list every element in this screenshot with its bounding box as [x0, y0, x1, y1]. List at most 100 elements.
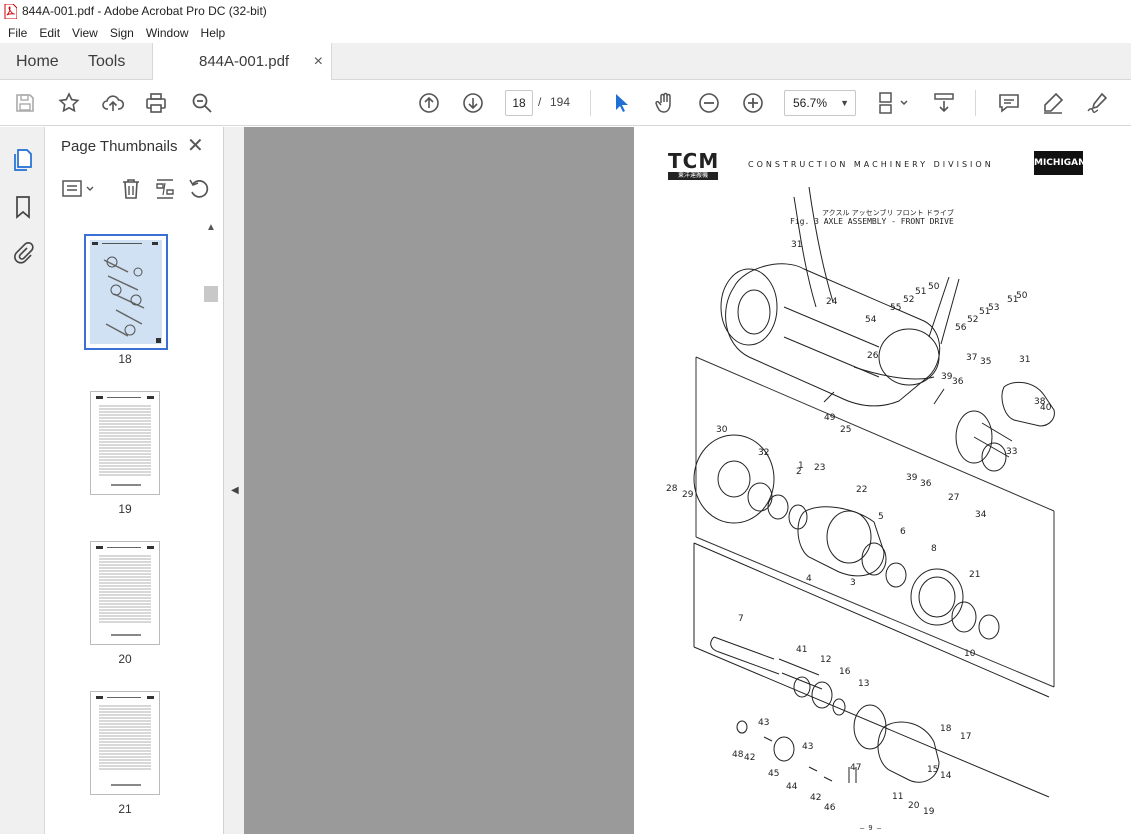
upload-cloud-icon[interactable] [99, 89, 127, 117]
part-number-label: 37 [966, 353, 978, 363]
part-number-label: 27 [948, 493, 960, 503]
thumbnail-label: 21 [118, 802, 132, 816]
zoom-search-icon[interactable] [188, 89, 216, 117]
part-number-label: 30 [716, 425, 728, 435]
zoom-in-icon[interactable] [739, 89, 767, 117]
thumbnail-label: 18 [118, 352, 132, 366]
scroll-icon[interactable] [930, 89, 958, 117]
part-number-label: 54 [865, 315, 877, 325]
tab-tools[interactable]: Tools [88, 43, 125, 80]
part-number-label: 31 [791, 240, 803, 250]
page-thumbnail-20[interactable] [90, 541, 160, 645]
part-number-label: 36 [920, 479, 932, 489]
attachments-icon[interactable] [10, 240, 36, 266]
menu-help[interactable]: Help [195, 26, 232, 40]
rotate-icon[interactable] [187, 177, 211, 201]
page-down-icon[interactable] [459, 89, 487, 117]
part-number-label: 31 [1019, 355, 1031, 365]
part-number-label: 42 [744, 753, 756, 763]
page-fit-icon[interactable] [873, 89, 913, 117]
part-number-label: 51 [915, 287, 927, 297]
toolbar-divider [975, 90, 976, 116]
chevron-up-icon[interactable]: ▲ [206, 222, 216, 233]
part-number-label: 39 [941, 372, 953, 382]
document-view[interactable]: TCM 東洋運搬機 CONSTRUCTION MACHINERY DIVISIO… [244, 127, 1131, 834]
part-number-label: 52 [967, 315, 979, 325]
part-number-label: 43 [758, 718, 770, 728]
part-number-label: 56 [955, 323, 967, 333]
bookmarks-icon[interactable] [10, 194, 36, 220]
page-thumbnails-icon[interactable] [10, 147, 36, 173]
part-number-label: 6 [900, 527, 906, 537]
page-total: 194 [550, 95, 571, 109]
extract-pages-icon[interactable] [153, 177, 177, 201]
part-number-label: 3 [850, 578, 856, 588]
part-number-label: 46 [824, 803, 836, 813]
close-icon[interactable]: ✕ [187, 133, 204, 158]
select-cursor-icon[interactable] [607, 89, 635, 117]
page-thumbnail-21[interactable] [90, 691, 160, 795]
print-icon[interactable] [142, 89, 170, 117]
part-number-label: 50 [1016, 291, 1028, 301]
zoom-select[interactable]: 56.7% ▼ [784, 90, 856, 116]
part-number-label: 22 [856, 485, 868, 495]
part-number-label: 5 [878, 512, 884, 522]
part-number-label: 2 [796, 467, 802, 477]
part-number-label: 44 [786, 782, 798, 792]
hand-icon[interactable] [651, 89, 679, 117]
bookmark-star-icon[interactable] [55, 89, 83, 117]
part-number-label: 18 [940, 724, 952, 734]
page-number-input[interactable]: 18 [505, 90, 533, 116]
part-number-label: 48 [732, 750, 744, 760]
page-thumbnail-18[interactable] [84, 234, 168, 350]
tab-close-icon[interactable]: × [314, 43, 323, 80]
part-number-label: 28 [666, 484, 678, 494]
part-number-label: 34 [975, 510, 987, 520]
part-number-label: 42 [810, 793, 822, 803]
part-number-label: 49 [824, 413, 836, 423]
zoom-value: 56.7% [793, 96, 828, 110]
thumbnail-preview [96, 696, 154, 786]
page-thumbnail-19[interactable] [90, 391, 160, 495]
highlight-pen-icon[interactable] [1039, 89, 1067, 117]
zoom-out-icon[interactable] [695, 89, 723, 117]
sign-icon[interactable] [1083, 89, 1111, 117]
tab-document-label: 844A-001.pdf [199, 53, 290, 70]
part-number-label: 23 [814, 463, 826, 473]
part-number-label: 13 [858, 679, 870, 689]
comment-icon[interactable] [995, 89, 1023, 117]
menu-bar: File Edit View Sign Window Help [0, 22, 1131, 43]
part-number-label: 24 [826, 297, 838, 307]
part-number-label: 33 [1006, 447, 1018, 457]
menu-view[interactable]: View [66, 26, 104, 40]
part-number-label: 32 [758, 448, 770, 458]
menu-window[interactable]: Window [140, 26, 195, 40]
thumbnail-label: 19 [118, 502, 132, 516]
menu-file[interactable]: File [2, 26, 33, 40]
collapse-arrow-icon[interactable]: ◀ [231, 485, 239, 496]
thumbnail-scrollbar[interactable]: ▲ [204, 222, 218, 834]
part-number-label: 8 [931, 544, 937, 554]
part-number-label: 14 [940, 771, 952, 781]
thumbnail-preview [90, 240, 162, 344]
part-number-label: 17 [960, 732, 972, 742]
part-number-label: 47 [850, 763, 862, 773]
thumbnail-options-icon[interactable] [61, 177, 97, 201]
tab-document[interactable]: 844A-001.pdf × [152, 43, 332, 81]
menu-sign[interactable]: Sign [104, 26, 140, 40]
page-up-icon[interactable] [415, 89, 443, 117]
thumbnail-preview [96, 546, 154, 636]
save-icon[interactable] [11, 89, 39, 117]
part-number-label: 20 [908, 801, 920, 811]
navigation-rail [0, 127, 45, 834]
panel-collapse-strip[interactable]: ◀ [224, 127, 244, 834]
tab-home[interactable]: Home [16, 43, 59, 80]
part-number-label: 10 [964, 649, 976, 659]
scrollbar-thumb[interactable] [204, 286, 218, 302]
part-number-label: 36 [952, 377, 964, 387]
menu-edit[interactable]: Edit [33, 26, 66, 40]
delete-icon[interactable] [119, 177, 143, 201]
part-number-label: 53 [988, 303, 1000, 313]
part-number-label: 4 [806, 574, 812, 584]
tab-bar: Home Tools 844A-001.pdf × [0, 43, 1131, 81]
